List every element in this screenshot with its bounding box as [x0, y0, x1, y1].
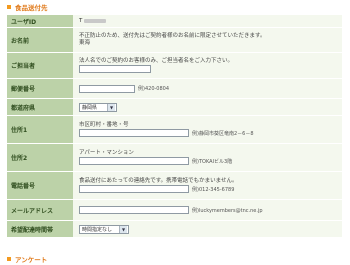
section-title: 食品送付先: [7, 2, 48, 12]
userid-masked: [84, 18, 107, 23]
row-tel: 電話番号 食品送付にあたっての連絡先です。携帯電話でもかまいません。 例)012…: [7, 172, 342, 199]
addr1-example: 例)静岡市葵区竜南2－6－8: [192, 130, 254, 137]
label-zip: 郵便番号: [7, 79, 73, 98]
name-note: 不正防止のため、送付先はご契約者様のお名前に限定させていただきます。: [79, 33, 266, 39]
row-addr2: 住所2 アパート・マンション 例)TOKAIビル3階: [7, 144, 342, 171]
contact-input[interactable]: [79, 65, 151, 73]
tel-example: 例)012-345-6789: [192, 186, 235, 193]
zip-input[interactable]: [79, 84, 135, 93]
footer-section-title: アンケート: [7, 254, 47, 264]
row-userid: ユーザID T: [7, 15, 342, 27]
bullet-square-icon: [7, 257, 11, 261]
addr1-input[interactable]: [79, 129, 189, 137]
bullet-square-icon: [7, 5, 11, 9]
label-tel: 電話番号: [7, 172, 73, 199]
form-table: ユーザID T お名前 不正防止のため、送付先はご契約者様のお名前に限定させてい…: [7, 14, 342, 238]
label-addr1: 住所1: [7, 116, 73, 143]
label-contact: ご担当者: [7, 53, 73, 78]
pref-select[interactable]: 静岡県 ▼: [79, 102, 117, 112]
row-time: 希望配達時間帯 時間指定なし ▼: [7, 221, 342, 237]
userid-value: T: [79, 18, 83, 24]
chevron-down-icon: ▼: [107, 103, 115, 111]
mail-input[interactable]: [79, 206, 189, 214]
row-pref: 都道府県 静岡県 ▼: [7, 99, 342, 115]
label-mail: メールアドレス: [7, 200, 73, 220]
row-zip: 郵便番号 例)420-0804: [7, 79, 342, 98]
name-value: 東海: [79, 40, 91, 46]
row-name: お名前 不正防止のため、送付先はご契約者様のお名前に限定させていただきます。 東…: [7, 28, 342, 52]
time-select[interactable]: 時間指定なし ▼: [79, 224, 129, 234]
addr2-input[interactable]: [79, 157, 189, 165]
label-userid: ユーザID: [7, 15, 73, 27]
chevron-down-icon: ▼: [119, 225, 127, 233]
contact-note: 法人名でのご契約のお客様のみ、ご担当者名をご入力下さい。: [79, 58, 234, 64]
tel-input[interactable]: [79, 185, 189, 193]
row-mail: メールアドレス 例)luckymembers@tnc.ne.jp: [7, 200, 342, 220]
tel-note: 食品送付にあたっての連絡先です。携帯電話でもかまいません。: [79, 178, 238, 184]
row-addr1: 住所1 市区町村・番地・号 例)静岡市葵区竜南2－6－8: [7, 116, 342, 143]
addr1-note: 市区町村・番地・号: [79, 122, 129, 128]
label-time: 希望配達時間帯: [7, 221, 73, 237]
label-name: お名前: [7, 28, 73, 52]
mail-example: 例)luckymembers@tnc.ne.jp: [192, 207, 263, 214]
zip-example: 例)420-0804: [138, 86, 170, 92]
label-pref: 都道府県: [7, 99, 73, 115]
addr2-example: 例)TOKAIビル3階: [192, 158, 233, 165]
label-addr2: 住所2: [7, 144, 73, 171]
addr2-note: アパート・マンション: [79, 150, 134, 156]
food-delivery-form: 食品送付先 ユーザID T お名前 不正防止のため、送付先はご契約者様のお名前に…: [0, 0, 350, 265]
row-contact: ご担当者 法人名でのご契約のお客様のみ、ご担当者名をご入力下さい。: [7, 53, 342, 78]
